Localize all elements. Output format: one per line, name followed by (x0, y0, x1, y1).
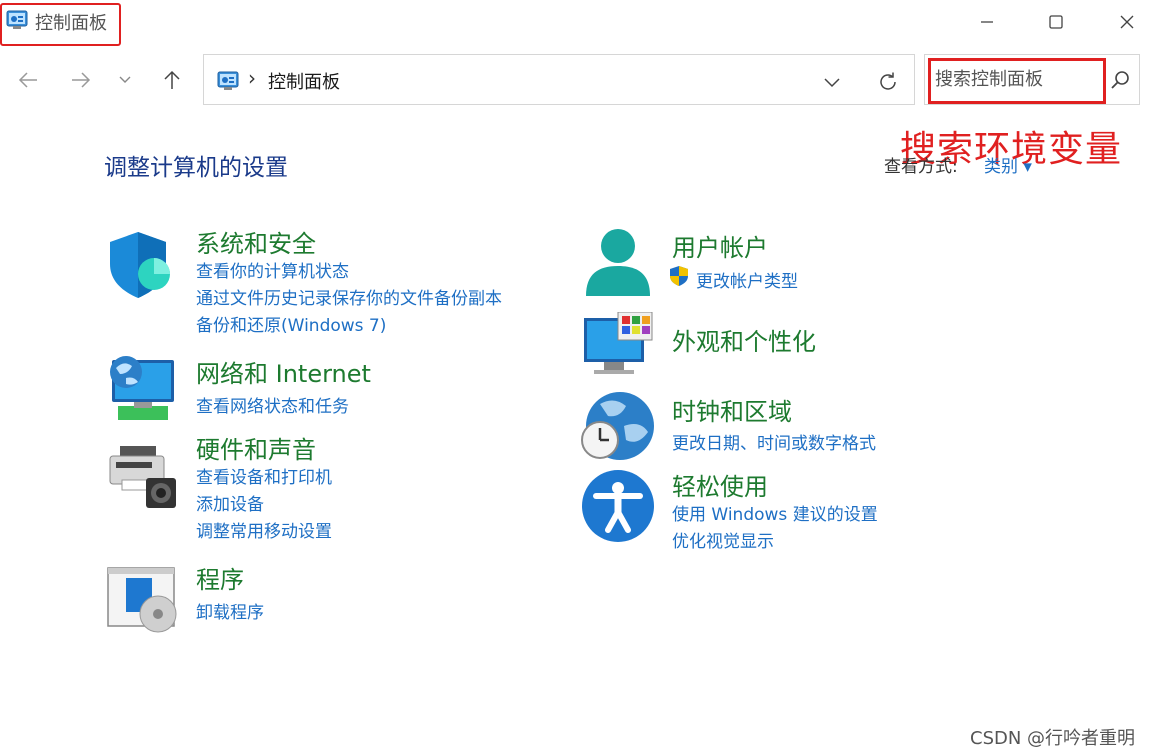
link-add-device[interactable]: 添加设备 (196, 490, 264, 515)
category-ease-of-access[interactable]: 轻松使用 (672, 467, 768, 502)
link-change-date-time-format[interactable]: 更改日期、时间或数字格式 (672, 429, 876, 454)
up-button[interactable] (152, 60, 192, 100)
arrow-right-icon (72, 72, 91, 88)
category-system-security[interactable]: 系统和安全 (196, 224, 316, 259)
monitor-personalization-icon (584, 312, 653, 374)
view-by-dropdown[interactable]: 类别 ▾ (984, 152, 1032, 177)
link-optimize-visual-display[interactable]: 优化视觉显示 (672, 527, 774, 552)
close-icon (1120, 15, 1134, 29)
link-change-account-type[interactable]: 更改帐户类型 (696, 267, 798, 292)
category-network-internet[interactable]: 网络和 Internet (196, 354, 371, 389)
category-clock-region[interactable]: 时钟和区域 (672, 392, 792, 427)
refresh-icon (880, 72, 896, 90)
category-user-accounts[interactable]: 用户帐户 (672, 228, 768, 263)
arrow-left-icon (18, 72, 37, 88)
link-devices-printers[interactable]: 查看设备和打印机 (196, 463, 332, 488)
minimize-icon (981, 21, 993, 23)
search-icon[interactable] (1109, 69, 1131, 91)
close-button[interactable] (1109, 8, 1145, 36)
uac-shield-icon (670, 266, 688, 286)
link-backup-restore[interactable]: 备份和还原(Windows 7) (196, 311, 386, 336)
link-file-history-backup[interactable]: 通过文件历史记录保存你的文件备份副本 (196, 284, 502, 309)
breadcrumb-control-panel[interactable]: 控制面板 (268, 68, 340, 94)
control-panel-icon (6, 10, 28, 29)
title-bar: 控制面板 (0, 0, 1156, 46)
clock-globe-icon (581, 392, 654, 460)
page-title: 调整计算机的设置 (104, 155, 288, 181)
link-uninstall-program[interactable]: 卸载程序 (196, 598, 264, 623)
view-by-label: 查看方式: (884, 157, 958, 177)
forward-button[interactable] (61, 60, 101, 100)
link-network-status[interactable]: 查看网络状态和任务 (196, 392, 349, 417)
link-mobility-settings[interactable]: 调整常用移动设置 (196, 517, 332, 542)
category-programs[interactable]: 程序 (196, 560, 244, 595)
shield-icon (110, 232, 170, 298)
address-bar[interactable]: › 控制面板 (203, 54, 915, 105)
minimize-button[interactable] (969, 8, 1005, 36)
programs-icon (107, 567, 177, 633)
category-hardware-sound[interactable]: 硬件和声音 (196, 430, 316, 465)
category-appearance-personalization[interactable]: 外观和个性化 (672, 322, 816, 357)
refresh-button[interactable] (874, 68, 902, 96)
chevron-down-icon (824, 78, 840, 88)
watermark: CSDN @行吟者重明 (970, 728, 1136, 749)
printer-speaker-icon (109, 446, 176, 508)
control-panel-icon (217, 71, 239, 90)
link-view-computer-status[interactable]: 查看你的计算机状态 (196, 257, 349, 282)
window-title: 控制面板 (35, 13, 107, 34)
accessibility-icon (582, 470, 654, 542)
link-windows-recommended-settings[interactable]: 使用 Windows 建议的设置 (672, 500, 878, 525)
network-globe-icon (110, 356, 174, 420)
maximize-button[interactable] (1038, 8, 1074, 36)
maximize-icon (1049, 15, 1063, 29)
arrow-up-icon (164, 70, 180, 89)
user-icon (586, 229, 650, 296)
back-button[interactable] (8, 60, 48, 100)
recent-locations-button[interactable] (106, 60, 144, 100)
address-dropdown-button[interactable] (818, 68, 846, 96)
search-input[interactable] (935, 65, 1095, 93)
chevron-down-icon (119, 76, 131, 83)
search-box[interactable] (924, 54, 1140, 105)
breadcrumb-separator: › (248, 66, 256, 90)
